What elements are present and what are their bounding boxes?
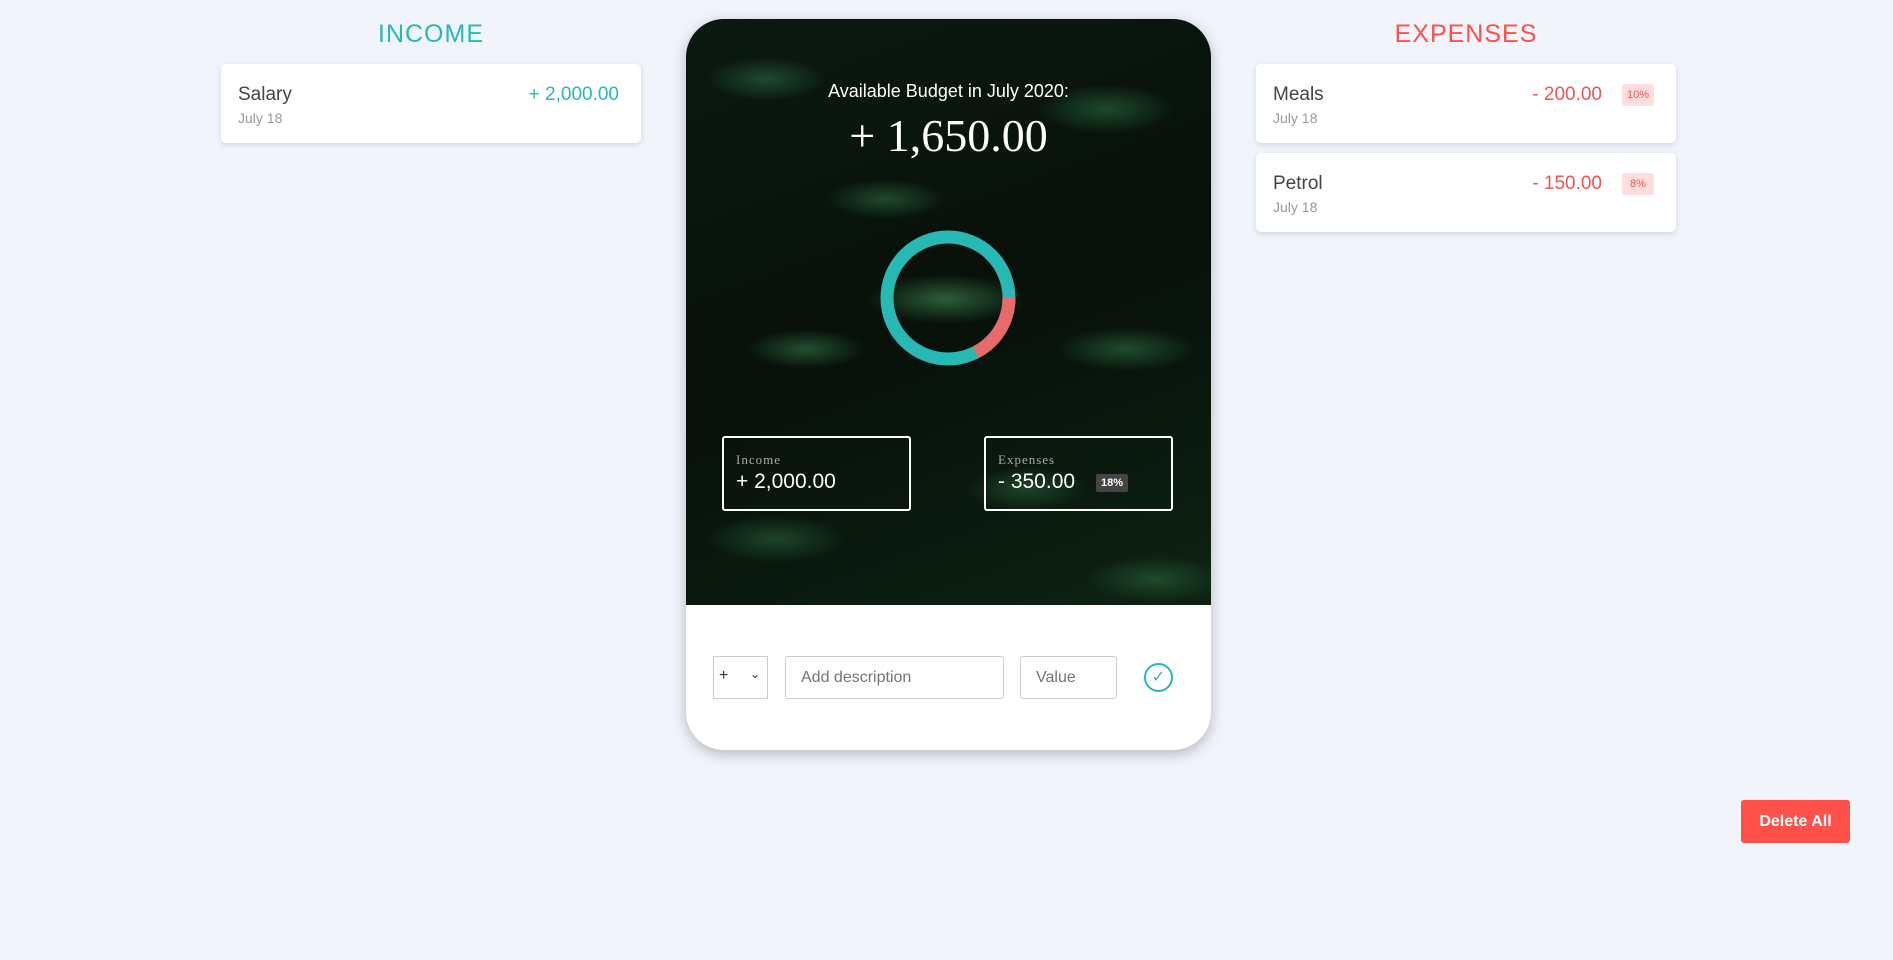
type-select-value: +	[719, 667, 729, 684]
chevron-down-icon: ⌄	[749, 667, 760, 681]
submit-check-icon[interactable]: ✓	[1144, 663, 1173, 692]
budget-value: + 1,650.00	[849, 110, 1048, 161]
item-percentage: 8%	[1622, 173, 1654, 195]
item-value: + 2,000.00	[528, 84, 619, 105]
item-date: July 18	[1273, 110, 1318, 126]
description-input[interactable]	[785, 656, 1004, 699]
item-value: - 150.00	[1532, 173, 1602, 194]
budget-donut-chart	[880, 230, 1016, 366]
income-item[interactable]: Salary July 18 + 2,000.00	[221, 64, 641, 143]
income-summary-box: Income + 2,000.00	[722, 436, 911, 511]
delete-all-button[interactable]: Delete All	[1741, 800, 1850, 843]
budget-card: Available Budget in July 2020: + 1,650.0…	[686, 19, 1211, 750]
budget-hero: Available Budget in July 2020: + 1,650.0…	[686, 19, 1211, 605]
expense-item[interactable]: Meals July 18 - 200.00 10%	[1256, 64, 1676, 143]
expenses-summary-box: Expenses - 350.00 18%	[984, 436, 1173, 511]
expenses-summary-percentage: 18%	[1096, 474, 1129, 492]
expenses-summary-value: - 350.00	[998, 470, 1076, 493]
item-description: Salary	[238, 84, 292, 105]
item-description: Meals	[1273, 84, 1324, 105]
item-date: July 18	[238, 110, 283, 126]
income-summary-value: + 2,000.00	[736, 470, 836, 493]
type-select[interactable]: + ⌄	[713, 656, 768, 699]
value-input[interactable]	[1020, 656, 1117, 699]
item-description: Petrol	[1273, 173, 1323, 194]
item-value: - 200.00	[1532, 84, 1602, 105]
item-percentage: 10%	[1621, 84, 1654, 106]
expenses-title: EXPENSES	[1394, 20, 1538, 48]
income-summary-label: Income	[736, 452, 781, 467]
income-title: INCOME	[378, 20, 484, 48]
item-date: July 18	[1273, 199, 1318, 215]
expenses-summary-label: Expenses	[998, 452, 1056, 467]
budget-label: Available Budget in July 2020:	[828, 81, 1069, 101]
donut-expense-slice	[972, 297, 1016, 359]
expense-item[interactable]: Petrol July 18 - 150.00 8%	[1256, 153, 1676, 232]
